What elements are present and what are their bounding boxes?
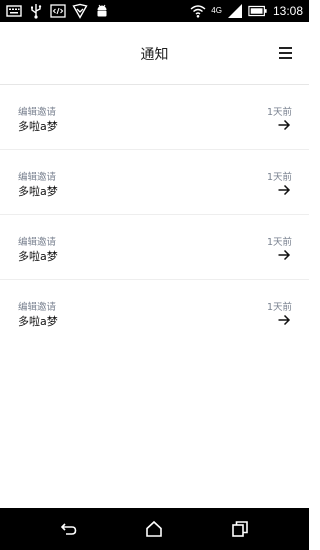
notification-time: 1天前 [266, 107, 292, 118]
arrow-right-icon[interactable] [277, 248, 291, 262]
network-type-label: 4G [211, 6, 222, 15]
notification-sender: 多啦a梦 [18, 120, 58, 133]
code-icon [50, 4, 66, 18]
battery-icon [248, 5, 267, 17]
notification-type: 编辑邀请 [18, 237, 57, 248]
back-icon[interactable] [60, 520, 78, 538]
arrow-right-icon[interactable] [277, 183, 291, 197]
app-header: 通知 [0, 22, 309, 85]
menu-icon-line [279, 52, 292, 54]
arrow-right-icon[interactable] [277, 313, 291, 327]
menu-icon-line [279, 57, 292, 59]
status-bar-right-icons: 4G 13:08 [190, 3, 303, 19]
usb-icon [31, 4, 42, 19]
status-time: 13:08 [272, 4, 303, 18]
arrow-right-icon[interactable] [277, 118, 291, 132]
shield-icon [72, 3, 88, 19]
menu-icon-line [279, 47, 292, 49]
page-title: 通知 [140, 47, 169, 63]
status-bar-left-icons [6, 3, 110, 19]
menu-button[interactable] [277, 45, 295, 61]
notification-time: 1天前 [266, 302, 292, 313]
home-icon[interactable] [145, 520, 163, 538]
notification-item[interactable]: 编辑邀请 多啦a梦 1天前 [0, 280, 309, 345]
status-bar: 4G 13:08 [0, 0, 309, 22]
notification-item[interactable]: 编辑邀请 多啦a梦 1天前 [0, 150, 309, 215]
notification-type: 编辑邀请 [18, 107, 57, 118]
notification-type: 编辑邀请 [18, 302, 57, 313]
notification-sender: 多啦a梦 [18, 185, 58, 198]
notification-list: 编辑邀请 多啦a梦 1天前 编辑邀请 多啦a梦 1天前 编辑邀请 多啦a梦 1天… [0, 85, 309, 345]
notification-time: 1天前 [266, 172, 292, 183]
notification-type: 编辑邀请 [18, 172, 57, 183]
notification-item[interactable]: 编辑邀请 多啦a梦 1天前 [0, 215, 309, 280]
notification-sender: 多啦a梦 [18, 250, 58, 263]
notification-sender: 多啦a梦 [18, 315, 58, 328]
notification-item[interactable]: 编辑邀请 多啦a梦 1天前 [0, 85, 309, 150]
wifi-icon [190, 5, 206, 18]
recents-icon[interactable] [231, 520, 249, 538]
notification-time: 1天前 [266, 237, 292, 248]
signal-icon [227, 4, 242, 18]
keyboard-icon [6, 5, 22, 17]
android-icon [97, 4, 107, 17]
system-nav-bar [0, 508, 309, 550]
